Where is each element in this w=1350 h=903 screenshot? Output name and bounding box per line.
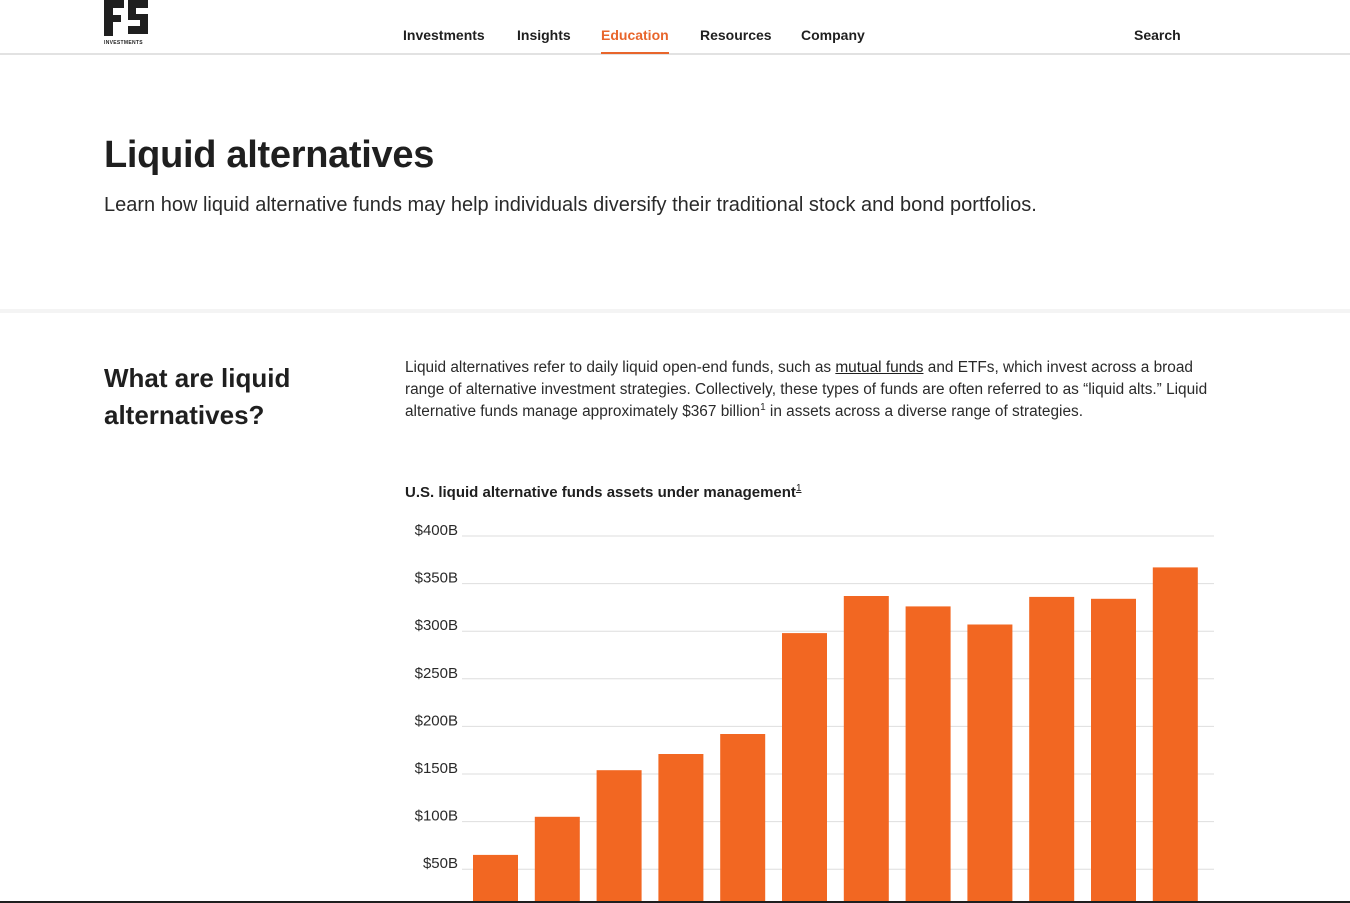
search-link[interactable]: Search [1134,27,1181,43]
nav-item-insights[interactable]: Insights [517,27,571,53]
section-divider [0,309,1350,313]
logo-subtext: INVESTMENTS [104,40,143,46]
chart-title-text: U.S. liquid alternative funds assets und… [405,484,796,501]
chart-bar[interactable] [905,606,951,903]
y-tick-label: $300B [415,617,458,634]
nav-item-company[interactable]: Company [801,27,865,53]
chart-bar[interactable] [843,596,889,903]
nav-item-resources[interactable]: Resources [700,27,772,53]
chart-bar[interactable] [782,633,827,903]
site-header: INVESTMENTS Investments Insights Educati… [0,0,1350,55]
fs-investments-logo[interactable]: INVESTMENTS [104,0,154,48]
y-tick-label: $100B [415,808,458,825]
y-tick-label: $400B [415,522,458,539]
fs-logo-mark-icon [104,0,148,36]
section-body: Liquid alternatives refer to daily liqui… [405,357,1215,423]
y-tick-label: $150B [415,760,458,777]
chart-svg: $50B $100B $150B $200B $250B $300B $350B $400B [415,522,1214,903]
chart-bar[interactable] [720,734,766,903]
chart-title: U.S. liquid alternative funds assets und… [405,483,802,502]
aum-bar-chart: $50B $100B $150B $200B $250B $300B $350B $400B [400,515,1230,903]
page-title: Liquid alternatives [104,134,435,176]
page-subtitle: Learn how liquid alternative funds may h… [104,194,1037,216]
section-heading: What are liquid alternatives? [104,363,291,430]
nav-item-education[interactable]: Education [601,27,669,54]
chart-footnote-link[interactable]: 1 [796,483,802,494]
y-tick-label: $50B [423,855,458,872]
body-text-end: in assets across a diverse range of stra… [765,403,1083,420]
y-tick-label: $350B [415,570,458,587]
mutual-funds-link[interactable]: mutual funds [835,359,923,376]
body-text-start: Liquid alternatives refer to daily liqui… [405,359,836,376]
chart-bar[interactable] [1029,596,1075,903]
chart-bar[interactable] [967,624,1013,903]
chart-bar[interactable] [596,770,642,903]
chart-bar[interactable] [658,754,704,903]
y-tick-label: $200B [415,712,458,729]
y-tick-label: $250B [415,665,458,682]
chart-bar[interactable] [473,854,518,903]
nav-item-investments[interactable]: Investments [403,27,485,53]
chart-bar[interactable] [1152,567,1198,903]
chart-bar[interactable] [1091,598,1136,903]
chart-bar[interactable] [534,816,580,903]
